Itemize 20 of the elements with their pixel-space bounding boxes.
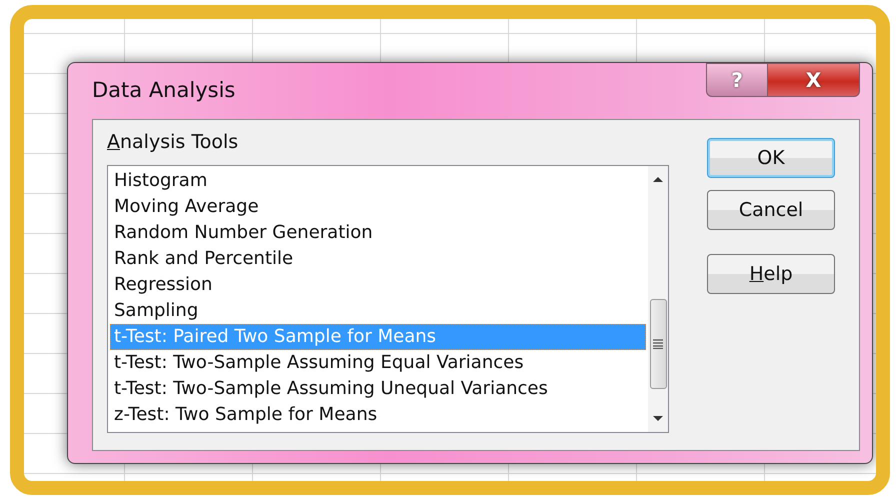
window-title: Data Analysis bbox=[92, 77, 236, 104]
list-item[interactable]: Rank and Percentile bbox=[110, 246, 646, 272]
list-item[interactable]: Histogram bbox=[110, 168, 646, 194]
tools-listbox[interactable] bbox=[107, 164, 669, 432]
list-item[interactable]: t-Test: Two-Sample Assuming Equal Variances bbox=[110, 350, 646, 376]
list-item[interactable]: z-Test: Two Sample for Means bbox=[110, 402, 646, 428]
dialog-button[interactable]: Help bbox=[707, 254, 835, 294]
list-label: Analysis Tools bbox=[107, 130, 240, 155]
dialog-button[interactable]: Cancel bbox=[707, 190, 835, 230]
list-item[interactable]: Regression bbox=[110, 272, 646, 298]
scrollbar[interactable] bbox=[648, 166, 668, 432]
scroll-thumb[interactable] bbox=[650, 298, 666, 388]
list-item[interactable]: Moving Average bbox=[110, 194, 646, 220]
dialog-button[interactable]: OK bbox=[707, 138, 835, 178]
list-item[interactable]: Sampling bbox=[110, 298, 646, 324]
scroll-down-icon[interactable] bbox=[651, 414, 665, 424]
close-button[interactable]: X bbox=[768, 63, 860, 97]
grip-icon bbox=[653, 338, 663, 348]
list-item[interactable]: t-Test: Two-Sample Assuming Unequal Variances bbox=[110, 376, 646, 402]
list-item[interactable]: Random Number Generation bbox=[110, 220, 646, 246]
